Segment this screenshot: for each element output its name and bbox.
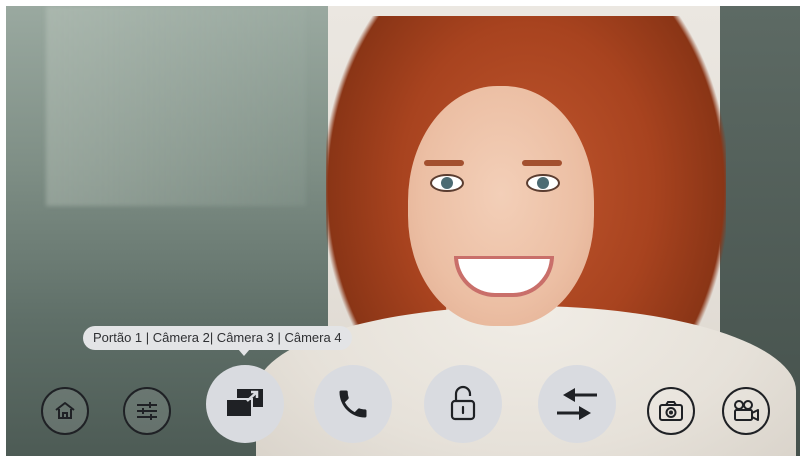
unlock-button[interactable]: [424, 365, 502, 443]
switch-camera-icon: [223, 387, 267, 421]
switch-camera-button[interactable]: [206, 365, 284, 443]
call-button[interactable]: [314, 365, 392, 443]
home-button[interactable]: [41, 387, 89, 435]
unlock-icon: [448, 385, 478, 423]
intercom-transfer-button[interactable]: [538, 365, 616, 443]
camera-source-tooltip: Portão 1 | Câmera 2| Câmera 3 | Câmera 4: [83, 326, 352, 350]
snapshot-button[interactable]: [647, 387, 695, 435]
settings-button[interactable]: [123, 387, 171, 435]
settings-sliders-icon: [134, 399, 160, 423]
record-video-button[interactable]: [722, 387, 770, 435]
record-video-icon: [732, 399, 760, 423]
intercom-transfer-icon: [553, 386, 601, 422]
tooltip-pointer: [238, 349, 250, 356]
snapshot-camera-icon: [658, 400, 684, 422]
home-icon: [53, 399, 77, 423]
call-phone-icon: [335, 386, 371, 422]
